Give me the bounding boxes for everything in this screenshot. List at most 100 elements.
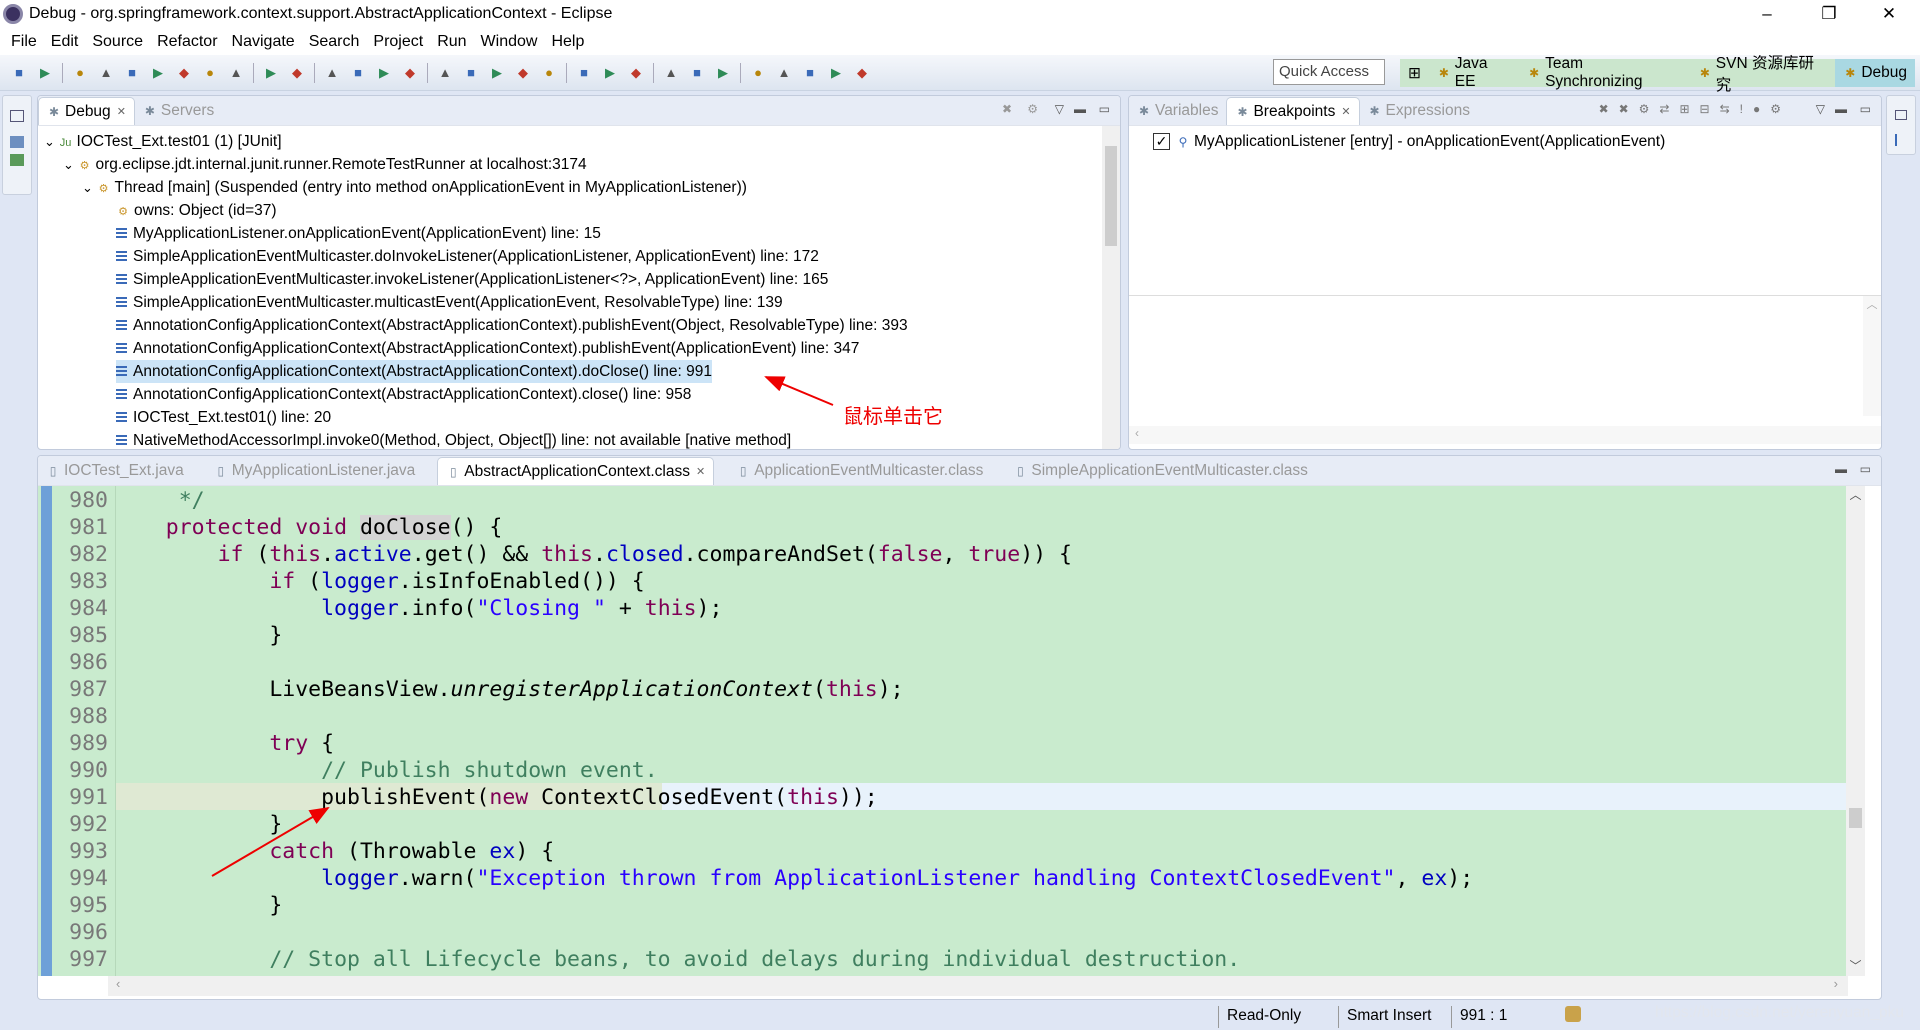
minimize-view-icon[interactable]: ▬ <box>1074 102 1086 116</box>
code-line[interactable] <box>114 649 1870 676</box>
debug-tree-item[interactable]: SimpleApplicationEventMulticaster.invoke… <box>116 268 828 291</box>
maximize-icon[interactable]: ▭ <box>1860 462 1871 476</box>
menu-search[interactable]: Search <box>302 33 367 51</box>
prev-annotation-icon[interactable]: ▲ <box>774 64 794 82</box>
close-tab-icon[interactable]: ✕ <box>696 465 705 478</box>
debug-tree-item[interactable]: AnnotationConfigApplicationContext(Abstr… <box>116 360 712 383</box>
close-button[interactable]: ✕ <box>1866 0 1912 28</box>
editor-tab-myapplicationlistener-java[interactable]: ▯ MyApplicationListener.java <box>206 457 424 485</box>
toggle-breakpoint-icon[interactable]: ▲ <box>435 64 455 82</box>
close-tab-icon[interactable]: ✕ <box>1341 105 1350 118</box>
back-icon[interactable]: ▶ <box>826 64 846 82</box>
run-icon[interactable]: ▶ <box>600 64 620 82</box>
code-line[interactable]: // Stop all Lifecycle beans, to avoid de… <box>114 946 1870 973</box>
debug-tree-item[interactable]: MyApplicationListener.onApplicationEvent… <box>116 222 601 245</box>
perspective-java-ee[interactable]: ✱ Java EE <box>1429 55 1519 90</box>
debug-tree-item[interactable]: ⚙ owns: Object (id=37) <box>116 199 277 222</box>
debug-tree-item[interactable]: NativeMethodAccessorImpl.invoke0(Method,… <box>116 429 791 449</box>
debug-tree-item[interactable]: AnnotationConfigApplicationContext(Abstr… <box>116 314 908 337</box>
save-icon[interactable]: ▶ <box>374 64 394 82</box>
debug-tree-item[interactable]: ⌄ Ju IOCTest_Ext.test01 (1) [JUnit] <box>44 130 282 153</box>
restore-icon[interactable] <box>1895 110 1907 120</box>
block-select-icon[interactable]: ◆ <box>513 64 533 82</box>
close-tab-icon[interactable]: ✕ <box>117 105 126 118</box>
mark-occurrences-icon[interactable]: ▶ <box>487 64 507 82</box>
editor-tab-simpleapplicationeventmulticaster-class[interactable]: ▯ SimpleApplicationEventMulticaster.class <box>1005 457 1316 485</box>
editor-tab-abstractapplicationcontext-class[interactable]: ▯ AbstractApplicationContext.class ✕ <box>437 457 715 485</box>
debug-tree-item[interactable]: SimpleApplicationEventMulticaster.doInvo… <box>116 245 819 268</box>
debug-tab-servers[interactable]: ✱ Servers <box>135 97 222 125</box>
save-all-icon[interactable]: ◆ <box>400 64 420 82</box>
open-perspective-button[interactable]: ⊞ <box>1400 59 1429 87</box>
code-line[interactable]: try { <box>114 730 1870 757</box>
use-step-filters-icon[interactable]: ◆ <box>287 64 307 82</box>
resume-icon[interactable]: ● <box>70 64 90 82</box>
new-class-icon[interactable]: ■ <box>348 64 368 82</box>
debug-tree-scrollbar[interactable] <box>1102 126 1120 449</box>
bp-tab-expressions[interactable]: ✱ Expressions <box>1360 97 1478 125</box>
code-line[interactable]: } <box>114 622 1870 649</box>
perspective-team-synchronizing[interactable]: ✱ Team Synchronizing <box>1519 55 1690 90</box>
drop-to-frame-icon[interactable]: ▶ <box>261 64 281 82</box>
step-into-icon[interactable]: ◆ <box>174 64 194 82</box>
collapse-icon[interactable]: ⚙ <box>1027 102 1038 116</box>
menu-help[interactable]: Help <box>544 33 591 51</box>
breakpoint-checkbox[interactable]: ✓ <box>1153 133 1170 151</box>
expand-chevron-icon[interactable]: ⌄ <box>82 180 97 195</box>
debug-run-icon[interactable]: ■ <box>574 64 594 82</box>
outline-icon[interactable] <box>1895 134 1907 146</box>
show-whitespace-icon[interactable]: ● <box>539 64 559 82</box>
menu-window[interactable]: Window <box>474 33 545 51</box>
console-icon[interactable] <box>10 136 24 148</box>
bp-tab-variables[interactable]: ✱ Variables <box>1129 97 1226 125</box>
open-type-icon[interactable]: ▲ <box>661 64 681 82</box>
coverage-icon[interactable]: ◆ <box>626 64 646 82</box>
debug-tree-item[interactable]: AnnotationConfigApplicationContext(Abstr… <box>116 337 859 360</box>
editor-tab-ioctest-ext-java[interactable]: ▯ IOCTest_Ext.java <box>38 457 192 485</box>
debug-tree-item[interactable]: ⌄ ⚙ org.eclipse.jdt.internal.junit.runner… <box>63 153 587 176</box>
code-line[interactable]: catch (Throwable ex) { <box>114 838 1870 865</box>
code-line[interactable]: LiveBeansView.unregisterApplicationConte… <box>114 676 1870 703</box>
breakpoint-toolbar-icons[interactable]: ✖✖⚙⇄⊞⊟⇆!●⚙ <box>1599 102 1791 116</box>
step-over-icon[interactable]: ● <box>200 64 220 82</box>
menu-project[interactable]: Project <box>366 33 430 51</box>
editor-tab-applicationeventmulticaster-class[interactable]: ▯ ApplicationEventMulticaster.class <box>728 457 991 485</box>
code-line[interactable]: publishEvent(new ContextClosedEvent(this… <box>114 784 1870 811</box>
minimize-view-icon[interactable]: ▬ <box>1835 102 1847 116</box>
terminate-icon[interactable]: ■ <box>122 64 142 82</box>
editor-horizontal-scrollbar[interactable]: ‹ › <box>108 976 1848 996</box>
code-line[interactable]: if (logger.isInfoEnabled()) { <box>114 568 1870 595</box>
debug-perspective-icon[interactable]: ■ <box>9 64 29 82</box>
view-menu-icon[interactable]: ▽ <box>1816 102 1825 116</box>
debug-tree-item[interactable]: ⌄ ⚙ Thread [main] (Suspended (entry into … <box>82 176 747 199</box>
disconnect-icon[interactable]: ▶ <box>148 64 168 82</box>
restore-icon[interactable] <box>10 110 24 122</box>
breakpoint-item[interactable]: ✓ ⚲ MyApplicationListener [entry] - onAppl… <box>1153 130 1665 153</box>
progress-icon[interactable] <box>1565 1006 1581 1022</box>
breakpoint-detail-pane[interactable]: ︿ ‹ <box>1129 296 1881 444</box>
code-line[interactable]: if (this.active.get() && this.closed.com… <box>114 541 1870 568</box>
last-edit-icon[interactable]: ■ <box>800 64 820 82</box>
open-task-icon[interactable]: ■ <box>687 64 707 82</box>
minimize-button[interactable]: – <box>1744 0 1790 28</box>
code-text[interactable]: */ protected void doClose() { if (this.a… <box>114 487 1870 973</box>
remove-terminated-icon[interactable]: ✖ <box>1002 102 1012 116</box>
maximize-icon[interactable]: ▭ <box>1860 102 1871 116</box>
debug-tree-item[interactable]: IOCTest_Ext.test01() line: 20 <box>116 406 331 429</box>
search-icon[interactable]: ▶ <box>713 64 733 82</box>
restore-button[interactable]: ❐ <box>1806 0 1852 28</box>
skip-breakpoints-icon[interactable]: ▶ <box>35 64 55 82</box>
menu-source[interactable]: Source <box>85 33 150 51</box>
tasks-icon[interactable] <box>10 154 24 166</box>
menu-run[interactable]: Run <box>430 33 473 51</box>
debug-tree-item[interactable]: SimpleApplicationEventMulticaster.multic… <box>116 291 783 314</box>
code-line[interactable]: logger.warn("Exception thrown from Appli… <box>114 865 1870 892</box>
next-annotation-icon[interactable]: ● <box>748 64 768 82</box>
code-line[interactable] <box>114 703 1870 730</box>
code-line[interactable]: protected void doClose() { <box>114 514 1870 541</box>
perspective-svn-资源库研究[interactable]: ✱ SVN 资源库研究 <box>1690 55 1835 94</box>
bp-tab-breakpoints[interactable]: ✱ Breakpoints ✕ <box>1226 97 1360 125</box>
code-line[interactable]: } <box>114 811 1870 838</box>
expand-chevron-icon[interactable]: ⌄ <box>44 134 59 149</box>
menu-edit[interactable]: Edit <box>44 33 86 51</box>
